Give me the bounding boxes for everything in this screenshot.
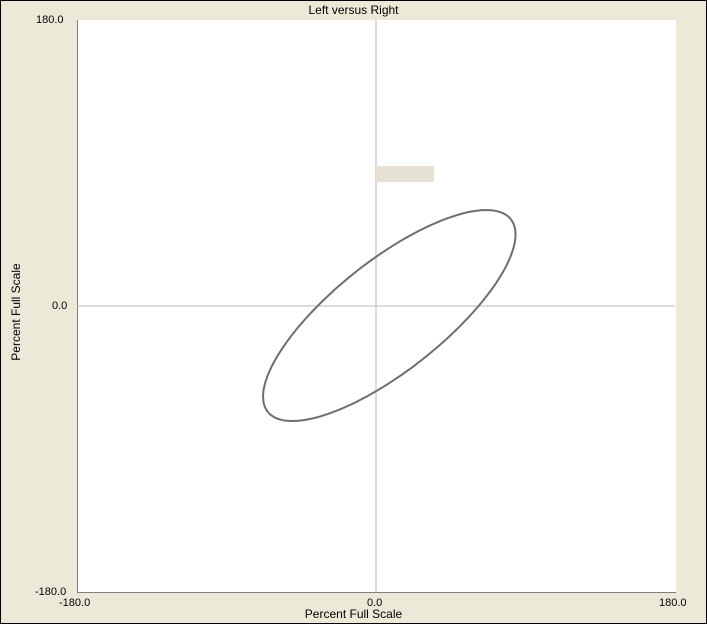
chart-svg (77, 20, 675, 592)
lissajous-curve (262, 209, 517, 422)
legend-box (376, 166, 434, 182)
